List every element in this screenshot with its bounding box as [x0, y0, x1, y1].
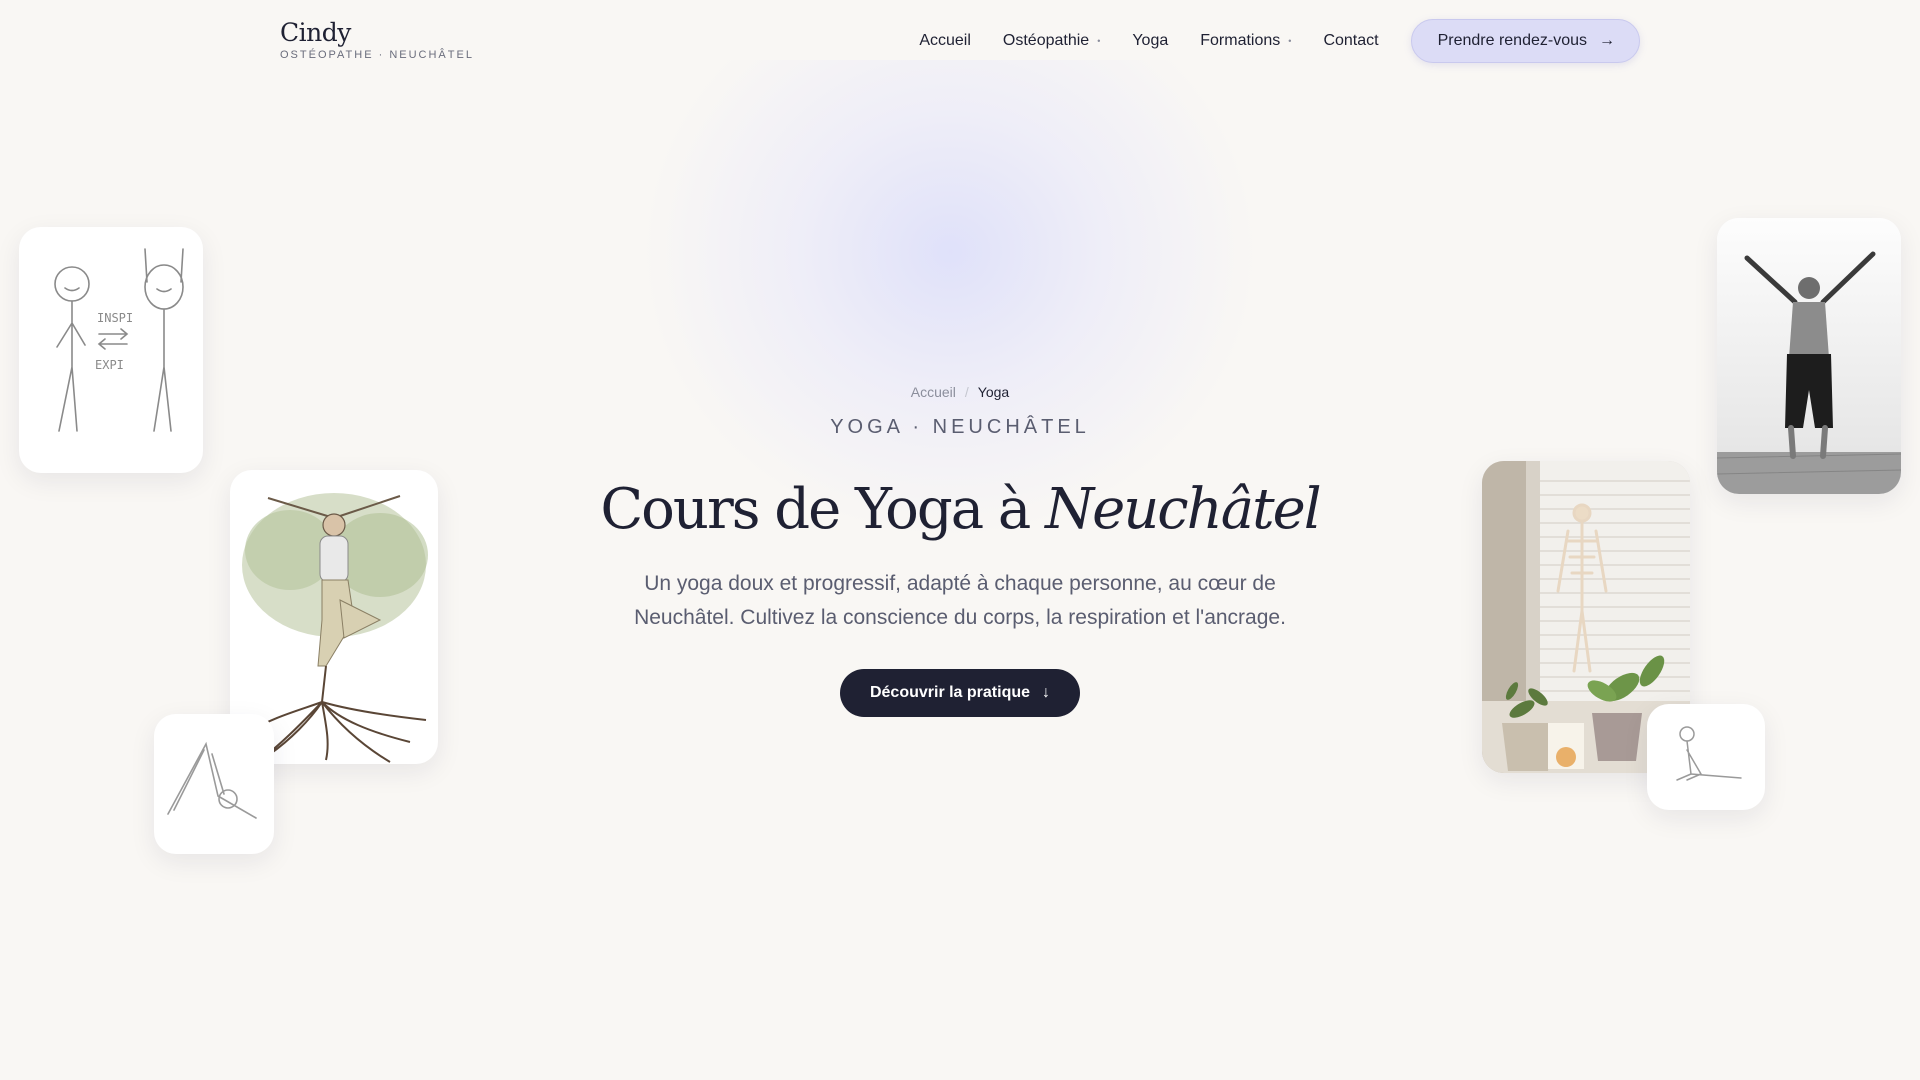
title-main: Cours de Yoga à: [600, 477, 1031, 542]
arms-raised-photo-card: [1717, 218, 1901, 494]
nav-label: Accueil: [919, 32, 971, 49]
hero-section: Accueil / Yoga YOGA · NEUCHÂTEL Cours de…: [560, 384, 1360, 717]
breadcrumb-current: Yoga: [977, 384, 1010, 400]
nav-label: Formations: [1200, 32, 1281, 49]
nav-label: Contact: [1323, 32, 1379, 49]
nav-label: Ostéopathie: [1002, 32, 1090, 49]
arms-raised-photo: [1717, 218, 1901, 494]
sketch-label-inspi: INSPI: [97, 311, 133, 325]
downward-dog-sketch-card: [154, 714, 274, 854]
nav-item-osteopathie[interactable]: Ostéopathie •: [1003, 32, 1100, 50]
nav-item-accueil[interactable]: Accueil: [919, 32, 971, 50]
site-header: Cindy OSTÉOPATHE · NEUCHÂTEL Accueil Ost…: [0, 0, 1920, 80]
title-italic: Neuchâtel: [1045, 477, 1322, 542]
book-appointment-button[interactable]: Prendre rendez-vous →: [1410, 19, 1640, 63]
breadcrumb-separator: /: [964, 384, 969, 400]
nav-item-yoga[interactable]: Yoga: [1132, 32, 1168, 50]
downward-dog-sketch-image: [167, 741, 257, 819]
nav-item-contact[interactable]: Contact: [1323, 32, 1378, 50]
breadcrumb: Accueil / Yoga: [560, 384, 1360, 400]
seated-pose-sketch-image: [1676, 726, 1742, 781]
main-nav: Accueil Ostéopathie • Yoga Formations • Co…: [919, 18, 1640, 64]
nav-item-formations[interactable]: Formations •: [1200, 32, 1291, 50]
breathing-sketch-image: INSPI EXPI: [54, 248, 184, 432]
breadcrumb-home-link[interactable]: Accueil: [911, 384, 956, 400]
breathing-sketch-card: INSPI EXPI: [19, 227, 203, 473]
dropdown-dot-icon: •: [1097, 36, 1101, 46]
hero-lead: Un yoga doux et progressif, adapté à cha…: [634, 572, 1286, 629]
logo[interactable]: Cindy OSTÉOPATHE · NEUCHÂTEL: [280, 18, 474, 61]
hero-eyebrow: YOGA · NEUCHÂTEL: [830, 416, 1090, 438]
page-title: Cours de Yoga à Neuchâtel: [560, 475, 1360, 545]
logo-name: Cindy: [280, 18, 351, 47]
seated-pose-sketch-card: [1647, 704, 1765, 810]
sketch-label-expi: EXPI: [95, 358, 124, 372]
discover-practice-button[interactable]: Découvrir la pratique ↓: [840, 669, 1080, 717]
discover-practice-label: Découvrir la pratique: [869, 684, 1031, 701]
nav-label: Yoga: [1132, 32, 1169, 49]
book-appointment-label: Prendre rendez-vous: [1437, 32, 1587, 49]
arrow-down-icon: ↓: [1042, 684, 1051, 701]
arrow-right-icon: →: [1599, 32, 1615, 49]
dropdown-dot-icon: •: [1288, 36, 1292, 46]
logo-subtitle: OSTÉOPATHE · NEUCHÂTEL: [280, 49, 474, 61]
